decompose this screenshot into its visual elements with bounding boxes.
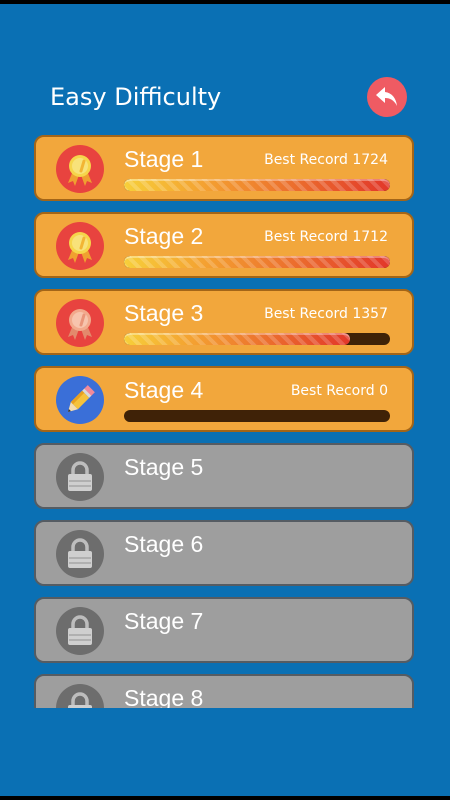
lock-icon: [56, 684, 104, 708]
pencil-icon: [56, 376, 104, 424]
back-button[interactable]: [367, 77, 407, 117]
progress-fill: [124, 333, 351, 345]
stage-label: Stage 6: [124, 531, 204, 557]
stage-card-8[interactable]: Stage 8: [34, 674, 414, 708]
status-bar: [0, 0, 450, 4]
undo-arrow-icon: [376, 87, 397, 106]
lock-icon: [56, 453, 104, 501]
stage-card-4[interactable]: Stage 4 Best Record 0: [34, 366, 414, 432]
page-title: Easy Difficulty: [50, 83, 222, 111]
progress-bar: [124, 333, 390, 345]
best-record: Best Record 1357: [264, 306, 388, 322]
stage-card-1[interactable]: Stage 1 Best Record 1724: [34, 135, 414, 201]
bronze-medal-icon: [56, 299, 104, 347]
stage-card-3[interactable]: Stage 3 Best Record 1357: [34, 289, 414, 355]
navigation-bar: [0, 796, 450, 800]
progress-fill: [124, 179, 390, 191]
stage-label: Stage 4: [124, 377, 204, 403]
stage-card-2[interactable]: Stage 2 Best Record 1712: [34, 212, 414, 278]
gold-medal-icon: [56, 222, 104, 270]
stage-label: Stage 2: [124, 223, 204, 249]
lock-icon: [56, 607, 104, 655]
progress-bar: [124, 179, 390, 191]
best-record: Best Record 1712: [264, 229, 388, 245]
stage-card-7[interactable]: Stage 7: [34, 597, 414, 663]
stage-label: Stage 1: [124, 146, 204, 172]
progress-bar: [124, 410, 390, 422]
stage-list[interactable]: Stage 1 Best Record 1724 Stage 2 Best Re…: [0, 131, 450, 708]
stage-label: Stage 3: [124, 300, 204, 326]
stage-label: Stage 8: [124, 685, 204, 708]
best-record: Best Record 0: [290, 383, 388, 399]
gold-medal-icon: [56, 145, 104, 193]
stage-label: Stage 5: [124, 454, 204, 480]
progress-fill: [124, 256, 390, 268]
stage-card-5[interactable]: Stage 5: [34, 443, 414, 509]
stage-label: Stage 7: [124, 608, 204, 634]
progress-bar: [124, 256, 390, 268]
best-record: Best Record 1724: [264, 152, 388, 168]
lock-icon: [56, 530, 104, 578]
stage-card-6[interactable]: Stage 6: [34, 520, 414, 586]
